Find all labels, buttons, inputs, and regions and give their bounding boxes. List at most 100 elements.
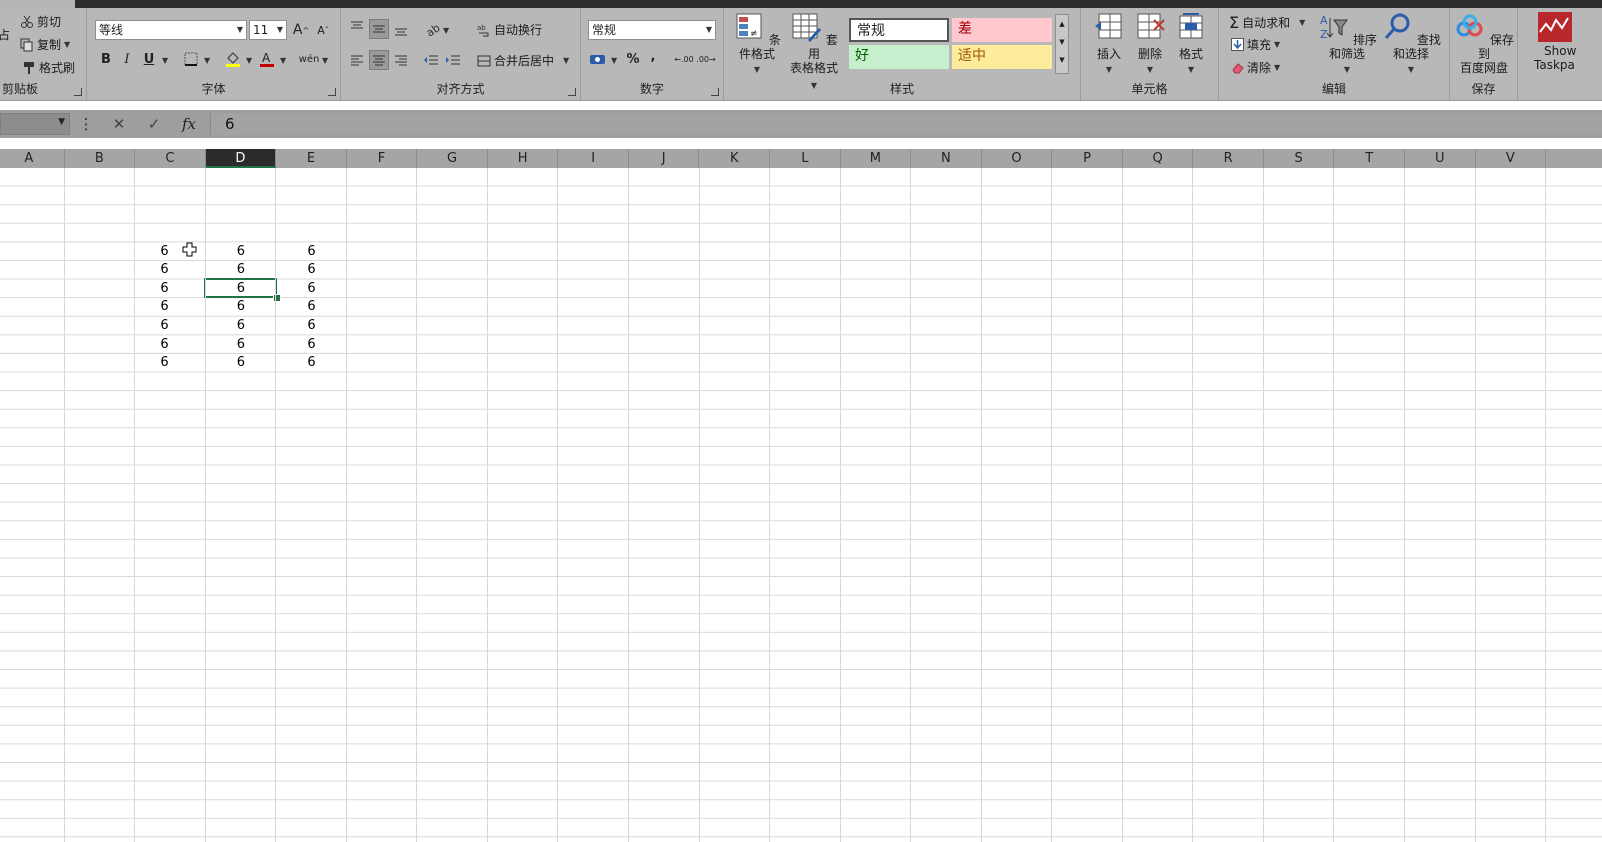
cell-d-6[interactable]: 6 (206, 336, 277, 354)
save-to-baidu-button[interactable]: 保存到 百度网盘 (1454, 12, 1514, 75)
style-bad[interactable]: 差 (952, 18, 1052, 42)
number-launcher-icon[interactable] (711, 88, 719, 96)
font-color-button[interactable]: A (257, 49, 277, 69)
autosum-button[interactable]: Σ 自动求和 ▼ (1229, 13, 1305, 32)
italic-button[interactable]: I (117, 49, 137, 69)
paste-button[interactable]: 占 (0, 26, 10, 43)
grow-font-button[interactable]: A ^ (291, 20, 311, 40)
align-right-button[interactable] (391, 50, 411, 70)
decrease-indent-button[interactable] (421, 50, 441, 70)
fill-button[interactable]: 填充 ▼ (1231, 36, 1280, 53)
cell-c-7[interactable]: 6 (135, 354, 171, 372)
formula-input[interactable]: 6 (210, 113, 1602, 135)
gallery-down-icon[interactable]: ▼ (1056, 33, 1068, 51)
orientation-dropdown-icon[interactable]: ▼ (443, 26, 449, 35)
accounting-dropdown-icon[interactable]: ▼ (611, 56, 617, 65)
gallery-up-icon[interactable]: ▲ (1056, 15, 1068, 33)
comma-style-button[interactable]: , (643, 46, 663, 66)
show-taskpane-button[interactable]: Show Taskpa (1524, 12, 1602, 72)
copy-button[interactable]: 复制 ▼ (20, 36, 70, 53)
autosum-dropdown-icon[interactable]: ▼ (1299, 18, 1305, 27)
merge-center-dropdown-icon[interactable]: ▼ (563, 56, 569, 65)
style-normal[interactable]: 常规 (849, 18, 949, 42)
percent-button[interactable]: % (623, 49, 643, 69)
phonetic-button[interactable]: wén (299, 49, 320, 69)
cell-d-4[interactable]: 6 (206, 298, 277, 316)
style-good[interactable]: 好 (849, 45, 949, 69)
cell-e-6[interactable]: 6 (276, 336, 347, 354)
font-size-combo[interactable]: 11 ▼ (249, 20, 287, 40)
gallery-more-icon[interactable]: ▼ (1056, 51, 1068, 69)
cell-c-3[interactable]: 6 (135, 280, 171, 298)
cell-e-1[interactable]: 6 (276, 243, 347, 261)
number-format-dropdown-icon[interactable]: ▼ (706, 21, 712, 39)
increase-decimal-button[interactable]: ← .00 (673, 49, 695, 69)
wrap-text-button[interactable]: ab 自动换行 (477, 21, 542, 38)
cell-c-6[interactable]: 6 (135, 336, 171, 354)
cell-e-5[interactable]: 6 (276, 317, 347, 335)
cell-d-2[interactable]: 6 (206, 261, 277, 279)
name-box-dropdown-icon[interactable]: ▼ (58, 117, 65, 127)
column-header-d[interactable]: D (205, 149, 277, 168)
border-button[interactable] (181, 49, 201, 69)
column-header-p[interactable]: P (1052, 149, 1123, 168)
column-header-h[interactable]: H (488, 149, 559, 168)
increase-indent-button[interactable] (443, 50, 463, 70)
bold-button[interactable]: B (96, 49, 116, 69)
delete-cells-button[interactable]: 删除 ▼ (1130, 12, 1170, 77)
align-middle-button[interactable] (369, 19, 389, 39)
cell-c-2[interactable]: 6 (135, 261, 171, 279)
font-name-combo[interactable]: 等线 ▼ (95, 20, 247, 40)
orientation-button[interactable]: ab (423, 19, 443, 39)
column-header-r[interactable]: R (1193, 149, 1264, 168)
cell-c-1[interactable]: 6 (135, 243, 171, 261)
cell-d-3[interactable]: 6 (206, 280, 277, 298)
cut-button[interactable]: 剪切 (20, 13, 61, 30)
clear-dropdown-icon[interactable]: ▼ (1274, 63, 1280, 72)
column-header-k[interactable]: K (700, 149, 771, 168)
column-header-u[interactable]: U (1405, 149, 1476, 168)
underline-button[interactable]: U (139, 49, 159, 69)
align-left-button[interactable] (347, 50, 367, 70)
column-header-e[interactable]: E (276, 149, 347, 168)
cell-e-4[interactable]: 6 (276, 298, 347, 316)
align-center-button[interactable] (369, 50, 389, 70)
confirm-entry-icon[interactable]: ✓ (139, 113, 169, 135)
sort-filter-button[interactable]: AZ 排序和筛选 ▼ (1315, 12, 1379, 77)
column-header-m[interactable]: M (841, 149, 912, 168)
cell-c-5[interactable]: 6 (135, 317, 171, 335)
worksheet-grid[interactable]: 666666666666666666666 (0, 168, 1602, 842)
column-header-c[interactable]: C (135, 149, 206, 168)
merge-center-button[interactable]: 合并后居中 ▼ (477, 52, 569, 69)
find-select-button[interactable]: 查找和选择 ▼ (1379, 12, 1443, 77)
column-header-q[interactable]: Q (1123, 149, 1194, 168)
cell-d-7[interactable]: 6 (206, 354, 277, 372)
number-format-combo[interactable]: 常规 ▼ (588, 20, 716, 40)
column-header-b[interactable]: B (65, 149, 136, 168)
format-painter-button[interactable]: 格式刷 (22, 59, 75, 76)
cell-d-5[interactable]: 6 (206, 317, 277, 335)
phonetic-dropdown-icon[interactable]: ▼ (322, 56, 328, 65)
font-color-dropdown-icon[interactable]: ▼ (280, 56, 286, 65)
underline-dropdown-icon[interactable]: ▼ (162, 56, 168, 65)
clipboard-launcher-icon[interactable] (74, 88, 82, 96)
column-header-s[interactable]: S (1264, 149, 1335, 168)
cancel-entry-icon[interactable]: ✕ (104, 113, 134, 135)
cell-c-4[interactable]: 6 (135, 298, 171, 316)
font-name-dropdown-icon[interactable]: ▼ (237, 21, 243, 39)
cell-e-3[interactable]: 6 (276, 280, 347, 298)
cell-d-1[interactable]: 6 (206, 243, 277, 261)
column-header-o[interactable]: O (982, 149, 1053, 168)
font-size-dropdown-icon[interactable]: ▼ (277, 21, 283, 39)
fill-color-dropdown-icon[interactable]: ▼ (246, 56, 252, 65)
name-box[interactable]: ▼ (0, 113, 70, 135)
clear-button[interactable]: 清除 ▼ (1231, 59, 1280, 76)
column-header-l[interactable]: L (770, 149, 841, 168)
insert-function-button[interactable]: fx (174, 113, 204, 135)
column-header-i[interactable]: I (558, 149, 629, 168)
conditional-format-button[interactable]: ≠ 条件格式 ▼ (732, 12, 782, 77)
shrink-font-button[interactable]: Aˇ (313, 20, 333, 40)
formula-bar-options-icon[interactable]: ⋮ (76, 113, 96, 135)
accounting-format-button[interactable] (588, 49, 608, 69)
cell-e-2[interactable]: 6 (276, 261, 347, 279)
